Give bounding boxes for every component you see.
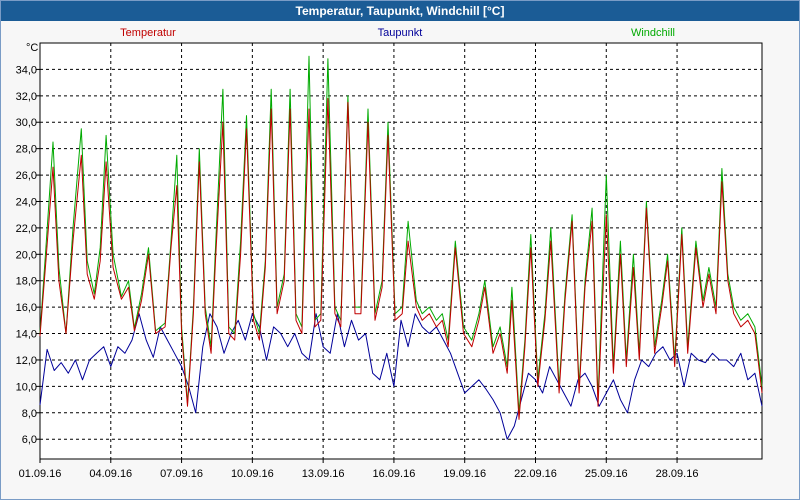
- y-tick-label: 24,0: [16, 196, 37, 208]
- x-tick-label: 16.09.16: [373, 468, 416, 480]
- x-axis-ticks: 01.09.16 04.09.16 07.09.16 10.09.16 13.09.16…: [19, 459, 699, 480]
- x-tick-label: 10.09.16: [231, 468, 274, 480]
- chart-window: Temperatur, Taupunkt, Windchill [°C] 6,0…: [0, 0, 800, 500]
- y-tick-label: 6,0: [22, 434, 37, 446]
- x-tick-label: 25.09.16: [585, 468, 628, 480]
- legend-temperatur: Temperatur: [120, 27, 176, 39]
- x-tick-label: 28.09.16: [656, 468, 699, 480]
- chart-area: 6,0 8,0 10,0 12,0 14,0 16,0 18,0 20,0 22,0 24,0 26…: [16, 27, 763, 480]
- y-axis-ticks: 6,0 8,0 10,0 12,0 14,0 16,0 18,0 20,0 22,0 24,0 26…: [16, 64, 40, 446]
- legend-windchill: Windchill: [631, 27, 675, 39]
- x-tick-label: 04.09.16: [89, 468, 132, 480]
- y-tick-label: 12,0: [16, 355, 37, 367]
- y-axis-unit-label: °C: [26, 42, 38, 54]
- y-tick-label: 34,0: [16, 64, 37, 76]
- y-tick-label: 18,0: [16, 276, 37, 288]
- x-tick-label: 22.09.16: [514, 468, 557, 480]
- x-tick-label: 13.09.16: [302, 468, 345, 480]
- y-tick-label: 32,0: [16, 91, 37, 103]
- x-tick-label: 19.09.16: [443, 468, 486, 480]
- y-tick-label: 30,0: [16, 117, 37, 129]
- y-tick-label: 10,0: [16, 381, 37, 393]
- y-tick-label: 20,0: [16, 249, 37, 261]
- y-tick-label: 26,0: [16, 170, 37, 182]
- x-tick-label: 01.09.16: [19, 468, 62, 480]
- y-tick-label: 22,0: [16, 223, 37, 235]
- legend-taupunkt: Taupunkt: [378, 27, 423, 39]
- window-title: Temperatur, Taupunkt, Windchill [°C]: [1, 1, 799, 21]
- y-tick-label: 28,0: [16, 144, 37, 156]
- y-tick-label: 8,0: [22, 408, 37, 420]
- y-tick-label: 14,0: [16, 329, 37, 341]
- y-tick-label: 16,0: [16, 302, 37, 314]
- x-tick-label: 07.09.16: [160, 468, 203, 480]
